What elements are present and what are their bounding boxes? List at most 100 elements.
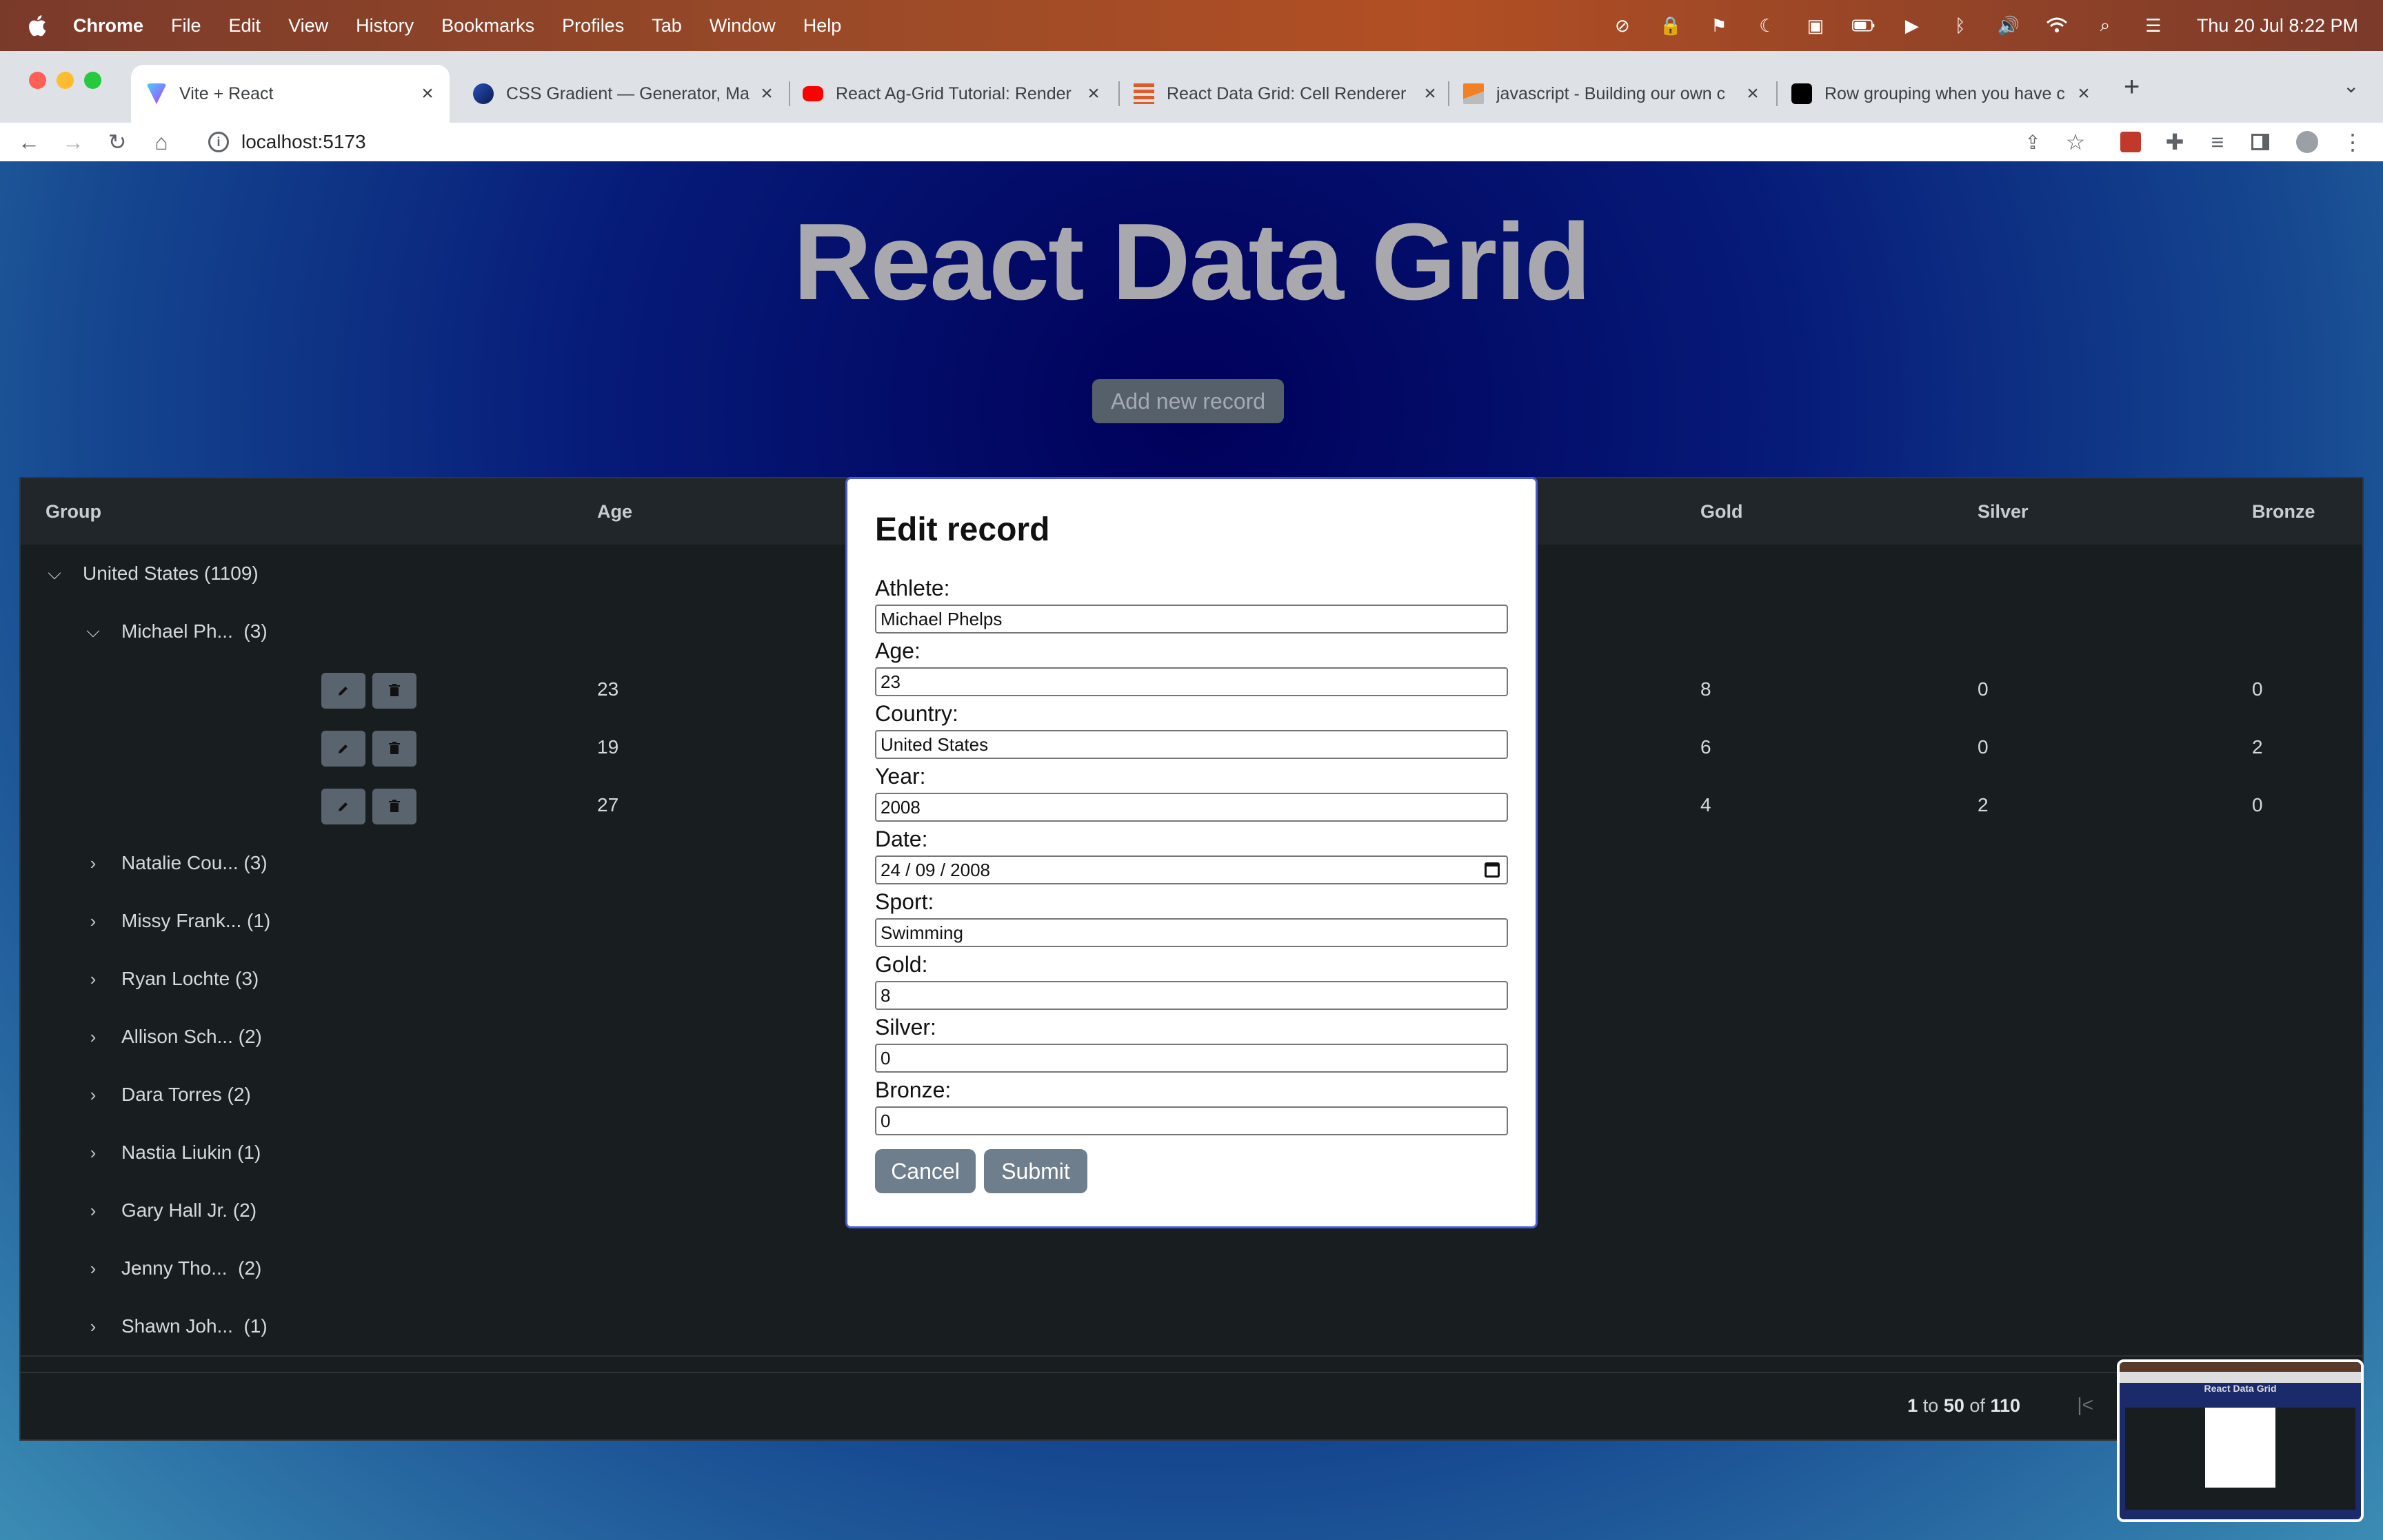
chevron-right-icon[interactable]: › <box>84 969 102 990</box>
tab-cell-renderer[interactable]: React Data Grid: Cell Renderer × <box>1123 65 1447 123</box>
menu-help[interactable]: Help <box>803 15 842 37</box>
chevron-right-icon[interactable]: › <box>84 1200 102 1222</box>
signpost-icon[interactable]: ⚑ <box>1707 15 1731 36</box>
reload-icon[interactable]: ↻ <box>103 128 131 156</box>
header-bronze[interactable]: Bronze <box>2252 478 2315 545</box>
delete-button[interactable] <box>372 673 416 709</box>
battery-icon[interactable] <box>1851 15 1876 36</box>
cell-bronze[interactable]: 0 <box>2252 776 2263 834</box>
extensions-puzzle-icon[interactable]: ✚ <box>2161 128 2189 156</box>
tab-search-chevron-icon[interactable]: ⌄ <box>2343 74 2359 97</box>
header-gold[interactable]: Gold <box>1700 478 1743 545</box>
close-tab-icon[interactable]: × <box>2074 82 2093 105</box>
search-icon[interactable]: ⌕ <box>2093 14 2117 36</box>
screenshot-preview-thumbnail[interactable]: React Data Grid <box>2117 1359 2364 1522</box>
submit-button[interactable]: Submit <box>984 1149 1087 1193</box>
tab-vite-react[interactable]: Vite + React × <box>131 65 450 123</box>
cell-bronze[interactable]: 0 <box>2252 660 2263 718</box>
edit-button[interactable] <box>321 789 365 824</box>
cancel-button[interactable]: Cancel <box>875 1149 976 1193</box>
chrome-menu-icon[interactable]: ⋮ <box>2339 128 2366 156</box>
header-age[interactable]: Age <box>597 478 632 545</box>
cell-silver[interactable]: 2 <box>1978 776 1989 834</box>
delete-button[interactable] <box>372 789 416 824</box>
calendar-icon[interactable] <box>1485 862 1500 878</box>
header-silver[interactable]: Silver <box>1978 478 2029 545</box>
age-field[interactable] <box>875 667 1508 696</box>
cell-age[interactable]: 27 <box>597 776 619 834</box>
accessibility-icon[interactable]: ⊘ <box>1611 15 1634 36</box>
chevron-right-icon[interactable]: › <box>84 1258 102 1279</box>
new-tab-icon[interactable]: + <box>2124 72 2140 103</box>
moon-icon[interactable]: ☾ <box>1756 15 1779 36</box>
chevron-right-icon[interactable]: › <box>84 1316 102 1337</box>
athlete-field[interactable] <box>875 605 1508 634</box>
menu-view[interactable]: View <box>288 15 328 37</box>
share-icon[interactable]: ⇪ <box>2019 128 2047 156</box>
close-tab-icon[interactable]: × <box>757 82 776 105</box>
close-tab-icon[interactable]: × <box>418 82 437 105</box>
bronze-field[interactable] <box>875 1106 1508 1135</box>
gold-field[interactable] <box>875 981 1508 1010</box>
chevron-right-icon[interactable]: › <box>84 853 102 874</box>
cell-bronze[interactable]: 2 <box>2252 718 2263 776</box>
window-close-button[interactable] <box>29 72 46 89</box>
site-info-icon[interactable]: i <box>208 132 229 152</box>
tab-ag-grid-tutorial[interactable]: React Ag-Grid Tutorial: Render × <box>793 65 1110 123</box>
chevron-right-icon[interactable]: › <box>84 911 102 932</box>
chevron-down-icon[interactable]: ⌵ <box>46 563 63 585</box>
chevron-right-icon[interactable]: › <box>84 1026 102 1048</box>
back-icon[interactable]: ← <box>15 128 43 156</box>
url-text[interactable]: localhost:5173 <box>241 131 366 153</box>
silver-field[interactable] <box>875 1044 1508 1073</box>
tab-stackoverflow[interactable]: javascript - Building our own c × <box>1452 65 1769 123</box>
menu-window[interactable]: Window <box>710 15 776 37</box>
menu-bookmarks[interactable]: Bookmarks <box>441 15 534 37</box>
sport-field[interactable] <box>875 918 1508 947</box>
menu-history[interactable]: History <box>356 15 414 37</box>
cell-silver[interactable]: 0 <box>1978 718 1989 776</box>
header-group[interactable]: Group <box>46 478 101 545</box>
cell-gold[interactable]: 4 <box>1700 776 1711 834</box>
play-icon[interactable]: ▶ <box>1900 15 1924 36</box>
cell-gold[interactable]: 8 <box>1700 660 1711 718</box>
chevron-right-icon[interactable]: › <box>84 1084 102 1106</box>
delete-button[interactable] <box>372 731 416 767</box>
profile-avatar-icon[interactable] <box>2293 128 2321 156</box>
menu-profiles[interactable]: Profiles <box>562 15 624 37</box>
window-zoom-button[interactable] <box>84 72 101 89</box>
cell-silver[interactable]: 0 <box>1978 660 1989 718</box>
menu-app-name[interactable]: Chrome <box>73 15 143 37</box>
apple-icon[interactable] <box>26 13 47 38</box>
group-row-athlete[interactable]: › Shawn Joh... (1) <box>21 1297 2362 1357</box>
cell-gold[interactable]: 6 <box>1700 718 1711 776</box>
first-page-icon[interactable]: |< <box>2077 1394 2093 1416</box>
cell-age[interactable]: 19 <box>597 718 619 776</box>
home-icon[interactable]: ⌂ <box>148 128 175 156</box>
edit-button[interactable] <box>321 673 365 709</box>
extension-red-icon[interactable] <box>2117 128 2144 156</box>
close-tab-icon[interactable]: × <box>1743 82 1762 105</box>
country-field[interactable] <box>875 730 1508 759</box>
bookmark-star-icon[interactable]: ☆ <box>2062 128 2089 156</box>
lock-person-icon[interactable]: 🔒 <box>1659 15 1682 36</box>
close-tab-icon[interactable]: × <box>1084 82 1103 105</box>
forward-icon[interactable]: → <box>59 128 87 156</box>
tab-css-gradient[interactable]: CSS Gradient — Generator, Ma × <box>463 65 783 123</box>
menu-edit[interactable]: Edit <box>229 15 261 37</box>
year-field[interactable] <box>875 793 1508 822</box>
tab-row-grouping[interactable]: Row grouping when you have c × <box>1780 65 2100 123</box>
add-new-record-button[interactable]: Add new record <box>1092 379 1284 423</box>
volume-icon[interactable]: 🔊 <box>1997 15 2020 36</box>
close-tab-icon[interactable]: × <box>1420 82 1440 105</box>
window-minimize-button[interactable] <box>57 72 74 89</box>
menu-tab[interactable]: Tab <box>652 15 682 37</box>
group-row-athlete[interactable]: › Jenny Tho... (2) <box>21 1239 2362 1299</box>
menu-file[interactable]: File <box>171 15 201 37</box>
address-bar[interactable]: i localhost:5173 <box>193 124 2055 160</box>
chevron-down-icon[interactable]: ⌵ <box>84 620 102 642</box>
chevron-right-icon[interactable]: › <box>84 1142 102 1164</box>
wifi-icon[interactable] <box>2045 15 2069 36</box>
cell-age[interactable]: 23 <box>597 660 619 718</box>
outlook-icon[interactable]: ▣ <box>1804 15 1827 36</box>
